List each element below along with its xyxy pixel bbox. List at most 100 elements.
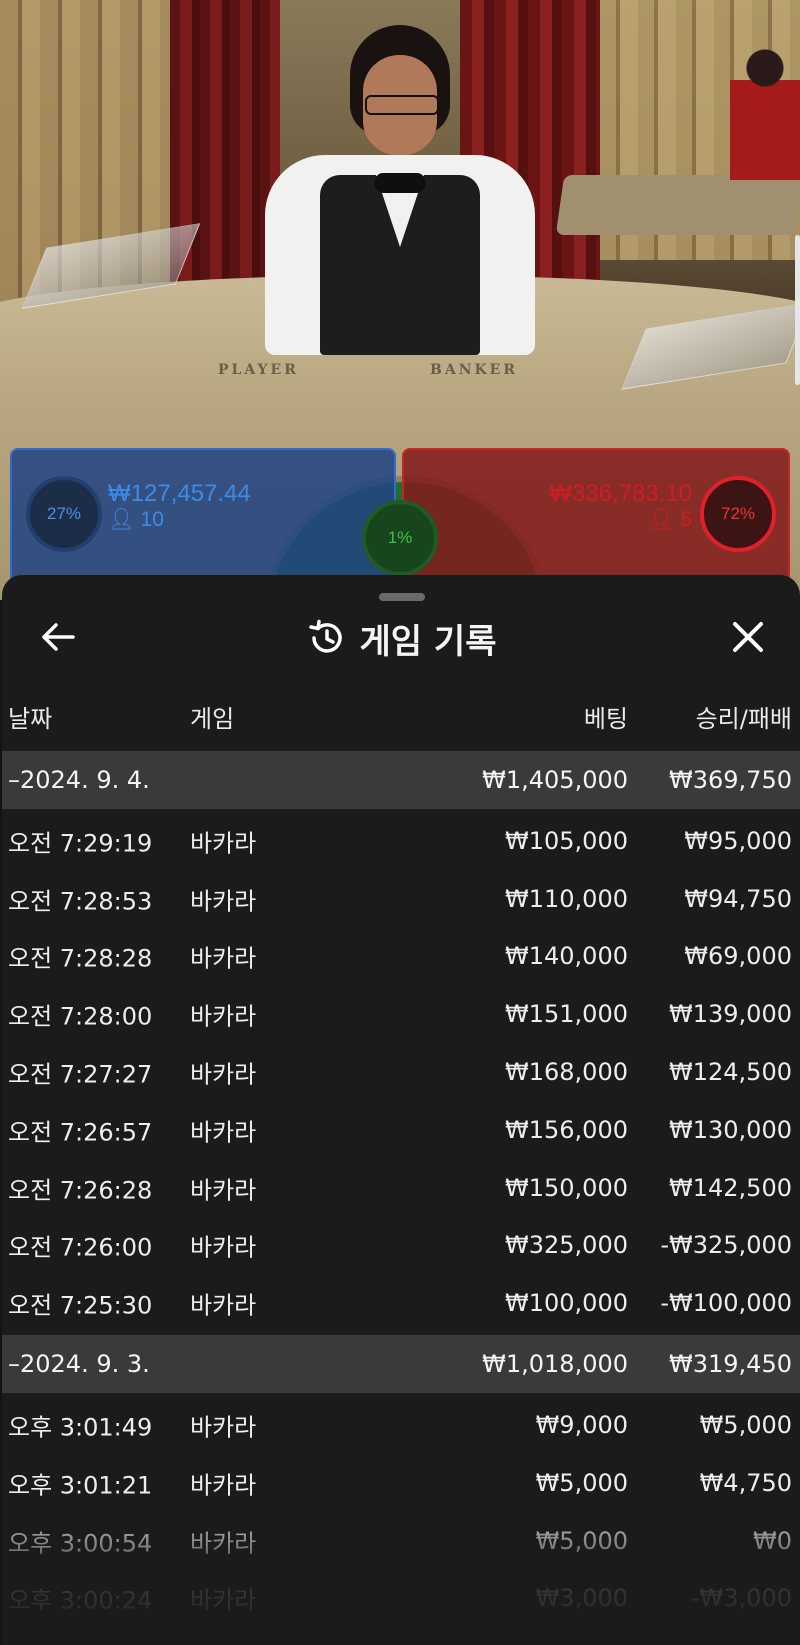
group-total-result: ₩319,450	[669, 1350, 792, 1379]
background-table	[555, 175, 800, 235]
dealer	[255, 25, 545, 355]
row-time: 오전 7:26:28	[8, 1176, 153, 1205]
row-game: 바카라	[190, 829, 257, 858]
row-bet: ₩140,000	[505, 942, 628, 971]
table-label-player: PLAYER	[218, 362, 299, 378]
row-game: 바카라	[190, 944, 257, 973]
row-game: 바카라	[190, 1291, 257, 1320]
row-result: ₩95,000	[684, 826, 792, 855]
column-header-date: 날짜	[8, 705, 53, 733]
group-date: –2024. 9. 4.	[8, 766, 150, 794]
row-bet: ₩156,000	[505, 1115, 628, 1144]
table-row[interactable]: 오후 3:00:54 바카라 ₩5,000 ₩0	[2, 1512, 800, 1570]
table-header: 날짜 게임 베팅 승리/패배	[2, 695, 800, 735]
date-group-row[interactable]: –2024. 9. 3. ₩1,018,000 ₩319,450	[2, 1335, 800, 1394]
banker-bet-amount: ₩336,783.10	[549, 480, 692, 507]
row-result: -₩100,000	[660, 1289, 792, 1318]
row-time: 오전 7:28:53	[8, 887, 153, 916]
row-bet: ₩105,000	[505, 826, 628, 855]
player-bettor-count: 👤︎ 10	[108, 508, 164, 532]
row-bet: ₩168,000	[505, 1058, 628, 1087]
row-game: 바카라	[190, 887, 257, 916]
row-result: ₩0	[753, 1526, 792, 1555]
row-game: 바카라	[190, 1586, 257, 1615]
banker-percent-ring: 72%	[700, 476, 776, 552]
table-row[interactable]: 오전 7:29:19 바카라 ₩105,000 ₩95,000	[2, 812, 800, 870]
row-time: 오후 3:00:54	[8, 1529, 153, 1558]
table-row[interactable]: 오전 7:25:30 바카라 ₩100,000 -₩100,000	[2, 1274, 800, 1332]
date-group-row[interactable]: –2024. 9. 4. ₩1,405,000 ₩369,750	[2, 751, 800, 809]
row-result: -₩3,000	[690, 1584, 792, 1613]
background-person	[730, 40, 800, 180]
table-row[interactable]: 오후 3:01:21 바카라 ₩5,000 ₩4,750	[2, 1454, 800, 1512]
row-time: 오전 7:29:19	[8, 829, 153, 858]
row-game: 바카라	[190, 1060, 257, 1089]
history-icon	[308, 619, 342, 653]
row-time: 오전 7:25:30	[8, 1291, 153, 1320]
row-result: ₩5,000	[699, 1411, 792, 1440]
row-bet: ₩100,000	[505, 1289, 628, 1318]
player-bet-amount: ₩127,457.44	[108, 480, 251, 507]
tie-percent: 1%	[387, 528, 413, 547]
column-header-game: 게임	[190, 705, 235, 733]
table-row[interactable]: 오전 7:26:28 바카라 ₩150,000 ₩142,500	[2, 1159, 800, 1217]
row-result: -₩325,000	[660, 1231, 792, 1260]
row-time: 오후 3:01:49	[8, 1413, 153, 1442]
row-result: ₩4,750	[699, 1468, 792, 1497]
row-bet: ₩110,000	[505, 884, 628, 913]
table-row[interactable]: 오전 7:28:00 바카라 ₩151,000 ₩139,000	[2, 985, 800, 1043]
group-total-bet: ₩1,405,000	[482, 766, 628, 794]
table-label-banker: BANKER	[430, 362, 518, 378]
edge-handle[interactable]	[795, 235, 800, 385]
row-game: 바카라	[190, 1233, 257, 1262]
row-bet: ₩150,000	[505, 1173, 628, 1202]
player-bettors: 10	[140, 508, 164, 531]
row-game: 바카라	[190, 1471, 257, 1500]
table-row[interactable]: 오전 7:28:28 바카라 ₩140,000 ₩69,000	[2, 928, 800, 986]
row-result: ₩130,000	[669, 1115, 792, 1144]
close-icon	[733, 622, 763, 652]
row-bet: ₩3,000	[535, 1584, 628, 1613]
table-row[interactable]: 오후 3:00:24 바카라 ₩3,000 -₩3,000	[2, 1570, 800, 1628]
close-button[interactable]	[726, 615, 770, 659]
row-time: 오후 3:01:21	[8, 1471, 153, 1500]
player-percent: 27%	[46, 504, 82, 523]
row-result: ₩94,750	[684, 884, 792, 913]
player-percent-ring: 27%	[26, 476, 102, 552]
tie-percent-ring: 1%	[362, 500, 438, 576]
row-game: 바카라	[190, 1002, 257, 1031]
row-time: 오전 7:28:00	[8, 1002, 153, 1031]
row-bet: ₩9,000	[535, 1411, 628, 1440]
sheet-drag-handle[interactable]	[379, 593, 425, 601]
row-result: ₩69,000	[684, 942, 792, 971]
row-time: 오전 7:27:27	[8, 1060, 153, 1089]
row-game: 바카라	[190, 1176, 257, 1205]
row-result: ₩142,500	[669, 1173, 792, 1202]
row-time: 오전 7:28:28	[8, 944, 153, 973]
row-time: 오후 3:00:24	[8, 1586, 153, 1615]
row-result: ₩124,500	[669, 1058, 792, 1087]
history-list: –2024. 9. 4. ₩1,405,000 ₩369,750 오전 7:29…	[2, 751, 800, 1627]
column-header-result: 승리/패배	[695, 705, 792, 733]
row-game: 바카라	[190, 1413, 257, 1442]
row-bet: ₩5,000	[535, 1526, 628, 1555]
group-total-bet: ₩1,018,000	[482, 1350, 628, 1379]
column-header-bet: 베팅	[583, 705, 628, 733]
row-time: 오전 7:26:57	[8, 1118, 153, 1147]
row-result: ₩139,000	[669, 1000, 792, 1029]
game-history-sheet: 게임 기록 날짜 게임 베팅 승리/패배 –2024. 9. 4. ₩1,405…	[2, 575, 800, 1645]
person-icon: 👤︎	[108, 508, 135, 531]
group-date: –2024. 9. 3.	[8, 1350, 150, 1379]
table-row[interactable]: 오후 3:01:49 바카라 ₩9,000 ₩5,000	[2, 1396, 800, 1454]
table-row[interactable]: 오전 7:27:27 바카라 ₩168,000 ₩124,500	[2, 1043, 800, 1101]
sheet-header: 게임 기록	[2, 613, 800, 663]
banker-bettors: 5	[680, 508, 692, 531]
banker-bettor-count: 👤︎ 5	[648, 508, 692, 532]
row-bet: ₩5,000	[535, 1468, 628, 1497]
row-game: 바카라	[190, 1529, 257, 1558]
table-row[interactable]: 오전 7:28:53 바카라 ₩110,000 ₩94,750	[2, 870, 800, 928]
row-game: 바카라	[190, 1118, 257, 1147]
table-row[interactable]: 오전 7:26:57 바카라 ₩156,000 ₩130,000	[2, 1101, 800, 1159]
group-total-result: ₩369,750	[669, 766, 792, 794]
table-row[interactable]: 오전 7:26:00 바카라 ₩325,000 -₩325,000	[2, 1217, 800, 1275]
